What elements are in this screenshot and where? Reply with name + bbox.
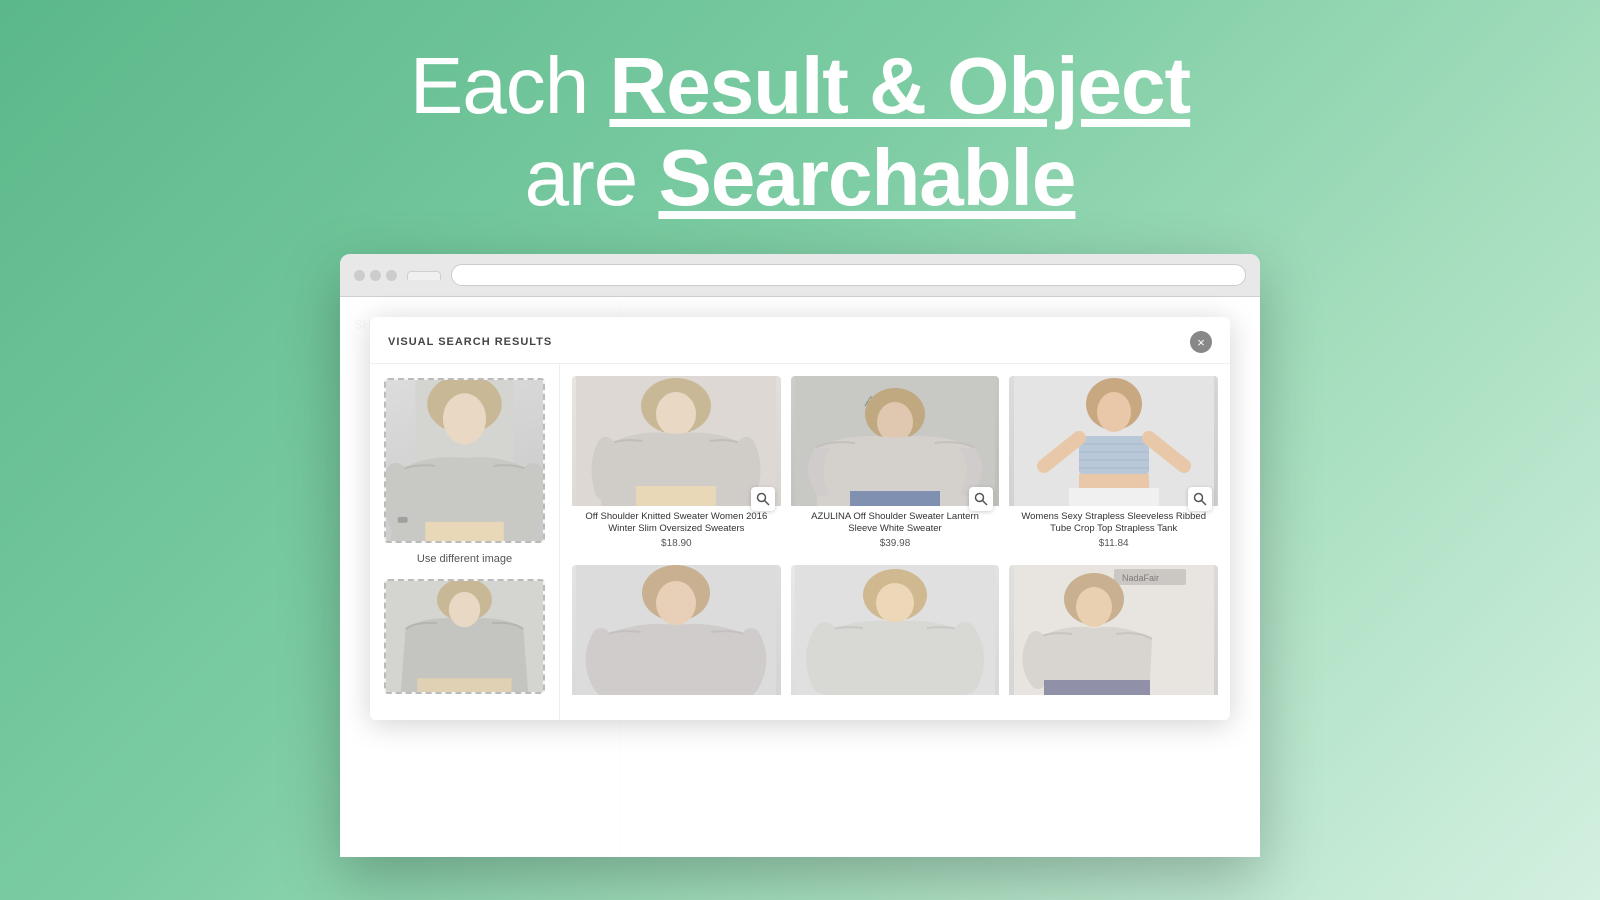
product-card-1[interactable]: Off Shoulder Knitted Sweater Women 2016 … (572, 376, 781, 555)
svg-text:NadaFair: NadaFair (1122, 573, 1159, 583)
left-panel: Use different image (370, 364, 560, 720)
product-svg-5 (795, 565, 995, 695)
product-info-4 (572, 695, 781, 708)
query-image (386, 380, 543, 541)
product-price-2: $39.98 (797, 538, 994, 549)
product-image-5 (791, 565, 1000, 695)
product-image-6: NadaFair (1009, 565, 1218, 695)
product-svg-3 (1014, 376, 1214, 506)
browser-dots (354, 270, 397, 281)
modal-box: VISUAL SEARCH RESULTS × (370, 317, 1230, 720)
product-card-4[interactable] (572, 565, 781, 708)
use-different-image-button[interactable]: Use different image (384, 553, 545, 565)
modal-title: VISUAL SEARCH RESULTS (388, 336, 552, 348)
browser-url-bar[interactable] (451, 264, 1246, 286)
search-icon-overlay-3[interactable] (1188, 487, 1212, 511)
product-svg-4 (576, 565, 776, 695)
product-card-6[interactable]: NadaFair (1009, 565, 1218, 708)
product-svg-1 (576, 376, 776, 506)
modal-header: VISUAL SEARCH RESULTS × (370, 317, 1230, 364)
browser-window: SHOPIX VISUAL VISUAL SEARCH RESULTS × (340, 254, 1260, 857)
product-image-3 (1009, 376, 1218, 506)
product-card-5[interactable] (791, 565, 1000, 708)
product-image-4 (572, 565, 781, 695)
product-title-1: Off Shoulder Knitted Sweater Women 2016 … (578, 511, 775, 536)
query-image-svg (386, 380, 543, 541)
product-info-1: Off Shoulder Knitted Sweater Women 2016 … (572, 506, 781, 555)
product-card-2[interactable]: Azulina (791, 376, 1000, 555)
second-query-svg (386, 581, 543, 692)
product-info-6 (1009, 695, 1218, 708)
headline-section: Each Result & Object are Searchable (410, 40, 1190, 224)
product-price-1: $18.90 (578, 538, 775, 549)
browser-content: SHOPIX VISUAL VISUAL SEARCH RESULTS × (340, 297, 1260, 857)
product-image-2: Azulina (791, 376, 1000, 506)
second-query-image (386, 581, 543, 692)
search-icon-overlay-1[interactable] (751, 487, 775, 511)
product-title-3: Womens Sexy Strapless Sleeveless Ribbed … (1015, 511, 1212, 536)
search-icon-3 (1193, 492, 1207, 506)
browser-dot-green (386, 270, 397, 281)
search-icon-2 (974, 492, 988, 506)
product-price-3: $11.84 (1015, 538, 1212, 549)
search-results-modal: VISUAL SEARCH RESULTS × (340, 297, 1260, 857)
headline-bold1: Result & Object (609, 41, 1190, 130)
headline-bold2: Searchable (658, 133, 1075, 222)
browser-dot-yellow (370, 270, 381, 281)
browser-dot-red (354, 270, 365, 281)
product-info-5 (791, 695, 1000, 708)
product-image-1 (572, 376, 781, 506)
modal-body: Use different image (370, 364, 1230, 720)
browser-chrome (340, 254, 1260, 297)
browser-tab[interactable] (407, 271, 441, 280)
product-info-2: AZULINA Off Shoulder Sweater Lantern Sle… (791, 506, 1000, 555)
headline-prefix1: Each (410, 41, 610, 130)
search-icon-overlay-2[interactable] (969, 487, 993, 511)
headline-line2: are Searchable (410, 132, 1190, 224)
headline-prefix2: are (525, 133, 659, 222)
product-card-3[interactable]: Womens Sexy Strapless Sleeveless Ribbed … (1009, 376, 1218, 555)
query-image-box[interactable] (384, 378, 545, 543)
product-info-3: Womens Sexy Strapless Sleeveless Ribbed … (1009, 506, 1218, 555)
product-svg-6: NadaFair (1014, 565, 1214, 695)
product-svg-2: Azulina (795, 376, 995, 506)
modal-close-button[interactable]: × (1190, 331, 1212, 353)
search-icon-1 (756, 492, 770, 506)
second-query-image-box[interactable] (384, 579, 545, 694)
products-grid: Off Shoulder Knitted Sweater Women 2016 … (560, 364, 1230, 720)
product-title-2: AZULINA Off Shoulder Sweater Lantern Sle… (797, 511, 994, 536)
headline-line1: Each Result & Object (410, 40, 1190, 132)
